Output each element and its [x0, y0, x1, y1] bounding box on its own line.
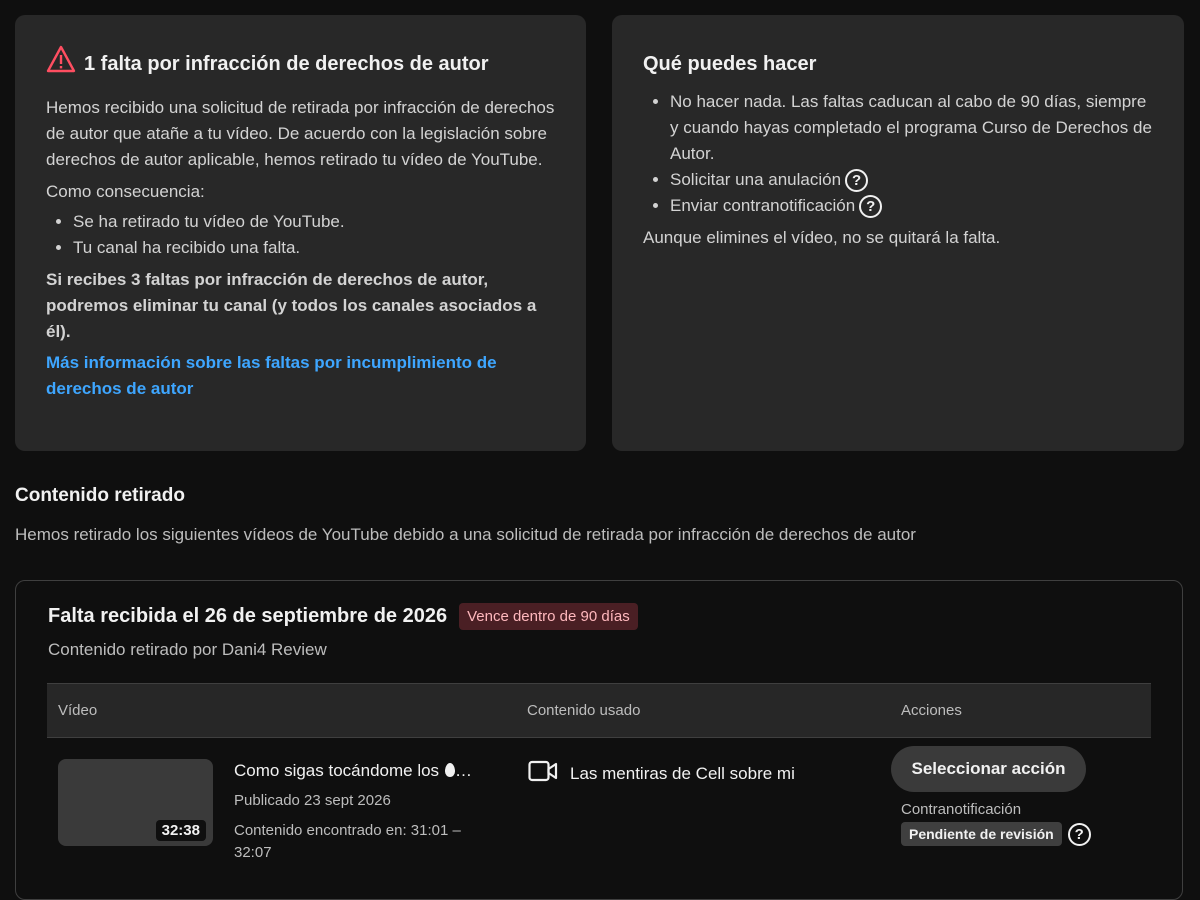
- strike-paragraph: Hemos recibido una solicitud de retirada…: [46, 98, 555, 169]
- column-header-actions: Acciones: [901, 702, 962, 719]
- options-list: No hacer nada. Las faltas caducan al cab…: [643, 89, 1154, 219]
- strike-warning: Si recibes 3 faltas por infracción de de…: [46, 270, 537, 341]
- options-note: Aunque elimines el vídeo, no se quitará …: [643, 228, 1001, 247]
- content-used-title: Las mentiras de Cell sobre mi: [570, 763, 795, 783]
- option-label: Enviar contranotificación: [670, 196, 856, 215]
- video-thumbnail[interactable]: 32:38: [58, 759, 213, 846]
- learn-more-link[interactable]: Más información sobre las faltas por inc…: [46, 350, 556, 402]
- option-counter-notification: Enviar contranotificación?: [670, 193, 1154, 219]
- strike-title: 1 falta por infracción de derechos de au…: [46, 45, 556, 82]
- content-found-range: Contenido encontrado en: 31:01 – 32:07: [234, 822, 461, 861]
- option-label: Solicitar una anulación: [670, 170, 842, 189]
- status-row: Pendiente de revisión ?: [901, 822, 1091, 846]
- select-action-button[interactable]: Seleccionar acción: [891, 746, 1086, 792]
- expiry-badge: Vence dentro de 90 días: [459, 603, 638, 630]
- option-request-retraction: Solicitar una anulación?: [670, 167, 1154, 193]
- options-card: Qué puedes hacer No hacer nada. Las falt…: [612, 15, 1184, 451]
- consequence-item: Se ha retirado tu vídeo de YouTube.: [73, 209, 556, 235]
- removed-content-title: Contenido retirado: [15, 485, 185, 506]
- help-icon[interactable]: ?: [845, 169, 869, 193]
- strike-date: Falta recibida el 26 de septiembre de 20…: [48, 605, 448, 627]
- video-title-text: Como sigas tocándome los: [234, 761, 440, 780]
- video-published-date: Publicado 23 sept 2026: [234, 792, 391, 809]
- table-row: 32:38 Como sigas tocándome los … Publicad…: [47, 738, 1151, 898]
- strike-title-text: 1 falta por infracción de derechos de au…: [84, 52, 489, 75]
- video-title-ellipsis: …: [455, 761, 473, 780]
- option-do-nothing: No hacer nada. Las faltas caducan al cab…: [670, 89, 1154, 167]
- column-header-video: Vídeo: [58, 702, 98, 719]
- video-title[interactable]: Como sigas tocándome los …: [234, 761, 472, 781]
- counter-notification-label: Contranotificación: [901, 801, 1022, 818]
- help-icon[interactable]: ?: [859, 195, 883, 219]
- strike-table: Vídeo Contenido usado Acciones 32:38 Com…: [47, 683, 1151, 898]
- removed-by: Contenido retirado por Dani4 Review: [48, 640, 327, 659]
- egg-icon: [445, 763, 456, 777]
- strike-panel: Falta recibida el 26 de septiembre de 20…: [15, 580, 1183, 900]
- strike-info-card: 1 falta por infracción de derechos de au…: [15, 15, 586, 451]
- strike-header: Falta recibida el 26 de septiembre de 20…: [48, 603, 638, 630]
- options-title: Qué puedes hacer: [643, 53, 817, 75]
- video-camera-icon: [528, 760, 558, 787]
- warning-icon: [46, 45, 76, 82]
- consequence-list: Se ha retirado tu vídeo de YouTube. Tu c…: [46, 209, 556, 261]
- content-used: Las mentiras de Cell sobre mi: [528, 760, 795, 787]
- removed-content-description: Hemos retirado los siguientes vídeos de …: [15, 525, 916, 544]
- video-duration: 32:38: [155, 820, 206, 841]
- help-icon[interactable]: ?: [1067, 822, 1091, 846]
- status-badge: Pendiente de revisión: [901, 822, 1062, 846]
- consequence-item: Tu canal ha recibido una falta.: [73, 235, 556, 261]
- table-header: Vídeo Contenido usado Acciones: [47, 683, 1151, 738]
- column-header-content-used: Contenido usado: [527, 702, 641, 719]
- consequence-label: Como consecuencia:: [46, 182, 205, 201]
